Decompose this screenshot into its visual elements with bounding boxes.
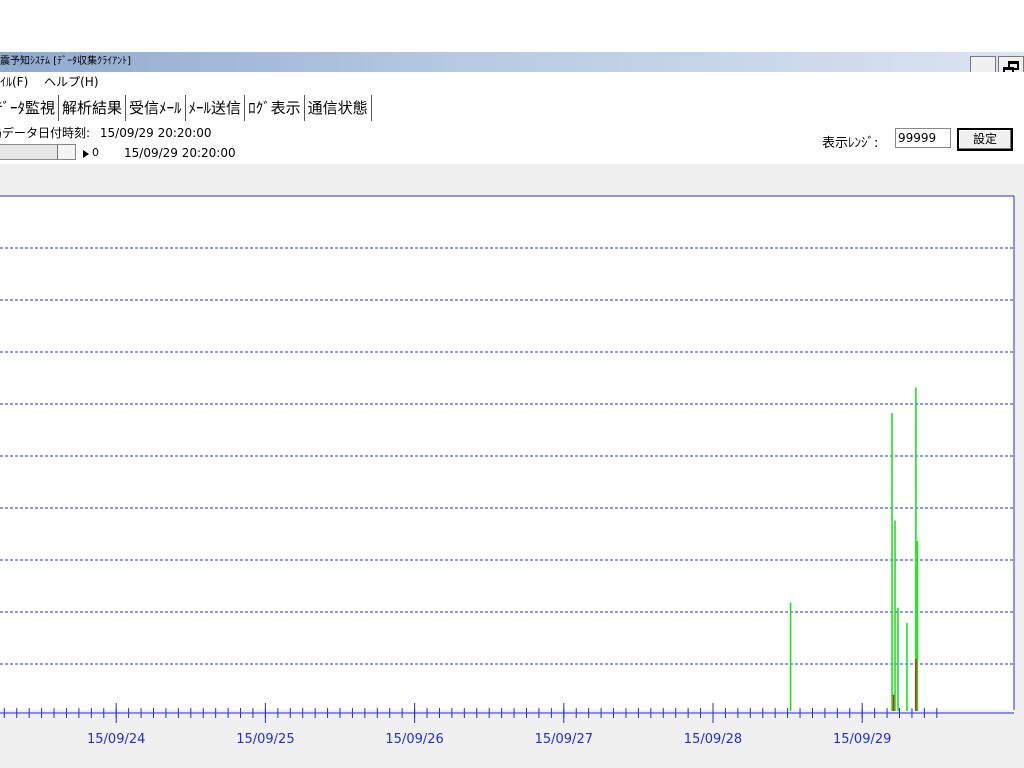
display-range-label: 表示ﾚﾝｼﾞ:: [822, 136, 879, 151]
x-tick-label: 15/09/26: [385, 732, 443, 747]
tab-send-mail[interactable]: ﾒｰﾙ送信: [186, 95, 246, 121]
info-panel: 局データ日付時刻: 15/09/29 20:20:00 0 15/09/29 2…: [0, 122, 1024, 164]
station-datetime-row: 局データ日付時刻: 15/09/29 20:20:00: [0, 124, 211, 141]
tab-log-view[interactable]: ﾛｸﾞ表示: [245, 95, 305, 121]
play-icon[interactable]: [83, 150, 89, 158]
x-tick-label: 15/09/24: [87, 732, 145, 747]
tab-bar: ﾃﾞｰﾀ監視 解析結果 受信ﾒｰﾙ ﾒｰﾙ送信 ﾛｸﾞ表示 通信状態: [0, 95, 1024, 121]
menu-bar: ｲﾙ(F) ヘルプ(H): [0, 72, 1024, 93]
display-range-input[interactable]: [895, 128, 951, 148]
x-tick-label: 15/09/27: [535, 732, 593, 747]
tab-received-mail[interactable]: 受信ﾒｰﾙ: [126, 95, 186, 121]
x-tick-label: 15/09/25: [236, 732, 294, 747]
tab-comm-status[interactable]: 通信状態: [305, 95, 372, 121]
monitor-chart: 9/2315/09/2415/09/2515/09/2615/09/2715/0…: [0, 195, 1015, 747]
slider-thumb[interactable]: [57, 145, 75, 159]
tab-analysis-results[interactable]: 解析結果: [59, 95, 127, 121]
time-slider[interactable]: [0, 144, 76, 160]
plot-background: [0, 196, 1014, 710]
set-button[interactable]: 設定: [957, 128, 1013, 151]
tab-data-monitor[interactable]: ﾃﾞｰﾀ監視: [0, 95, 60, 121]
x-tick-label: 15/09/29: [833, 732, 891, 747]
chart-area: 9/2315/09/2415/09/2515/09/2615/09/2715/0…: [0, 164, 1024, 768]
window-title: 震予知ｼｽﾃﾑ [ﾃﾞｰﾀ収集ｸﾗｲｱﾝﾄ]: [0, 56, 131, 67]
menu-file[interactable]: ｲﾙ(F): [0, 72, 28, 93]
playback-counter: 0: [92, 146, 99, 159]
menu-help[interactable]: ヘルプ(H): [44, 72, 98, 93]
station-datetime-label: 局データ日付時刻:: [0, 126, 91, 140]
x-tick-label: 15/09/28: [684, 732, 742, 747]
station-datetime-value: 15/09/29 20:20:00: [99, 126, 212, 140]
playback-datetime: 15/09/29 20:20:00: [124, 146, 236, 160]
window-title-bar: 震予知ｼｽﾃﾑ [ﾃﾞｰﾀ収集ｸﾗｲｱﾝﾄ]: [0, 52, 1024, 72]
